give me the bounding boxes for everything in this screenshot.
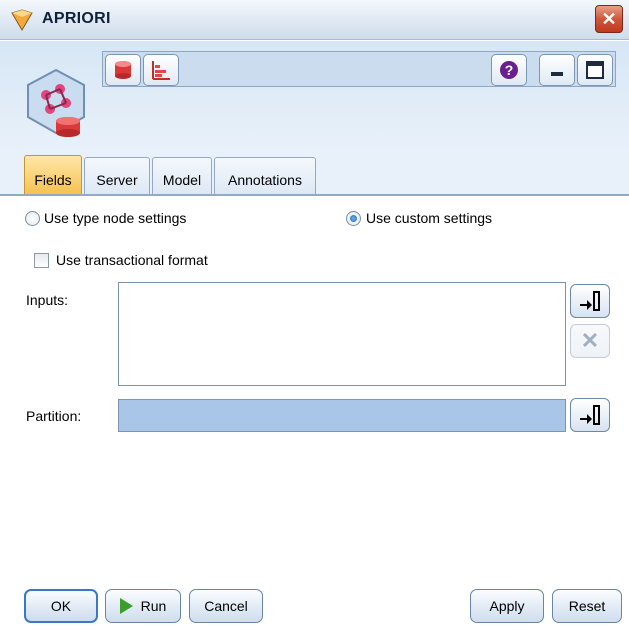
bar-chart-icon	[152, 61, 170, 80]
help-icon: ?	[500, 61, 518, 79]
run-label: Run	[140, 598, 167, 614]
inputs-label: Inputs:	[26, 292, 69, 308]
partition-field[interactable]	[118, 399, 566, 432]
custom-settings-label: Use custom settings	[366, 210, 493, 226]
tab-server[interactable]: Server	[84, 157, 150, 195]
fields-panel: Use type node settings Use custom settin…	[0, 196, 629, 630]
maximize-button[interactable]	[577, 54, 613, 86]
apriori-node-icon	[11, 9, 33, 31]
close-icon: ✕	[601, 8, 617, 29]
field-picker-icon	[580, 405, 600, 425]
title-bar: APRIORI ✕	[0, 0, 629, 40]
remove-icon: ✕	[580, 328, 600, 353]
close-button[interactable]: ✕	[595, 5, 623, 33]
remove-field-button[interactable]: ✕	[570, 324, 610, 358]
header-area: ?	[0, 41, 629, 151]
maximize-icon	[586, 61, 604, 79]
help-button[interactable]: ?	[491, 54, 527, 86]
run-button[interactable]: Run	[105, 589, 181, 623]
association-node-icon	[27, 68, 85, 137]
tab-strip: Fields Server Model Annotations	[0, 151, 629, 195]
minimize-button[interactable]	[539, 54, 575, 86]
preview-button[interactable]	[105, 54, 141, 86]
ok-button[interactable]: OK	[24, 589, 98, 623]
minimize-icon	[551, 72, 563, 76]
reset-button[interactable]: Reset	[552, 589, 622, 623]
svg-text:?: ?	[505, 62, 514, 78]
custom-settings-radio[interactable]	[346, 211, 361, 226]
transactional-format-checkbox[interactable]	[34, 253, 49, 268]
type-node-settings-label: Use type node settings	[44, 210, 187, 226]
apply-button[interactable]: Apply	[470, 589, 544, 623]
partition-label: Partition:	[26, 408, 82, 424]
tab-model[interactable]: Model	[152, 157, 212, 195]
node-toolbar: ?	[102, 51, 616, 87]
database-preview-icon	[115, 61, 131, 79]
type-node-settings-radio[interactable]	[25, 211, 40, 226]
run-icon	[119, 598, 133, 614]
transactional-format-label: Use transactional format	[56, 252, 208, 268]
window-title: APRIORI	[42, 10, 111, 27]
field-picker-icon	[580, 291, 600, 311]
partition-field-picker-button[interactable]	[570, 398, 610, 432]
cancel-button[interactable]: Cancel	[189, 589, 263, 623]
tab-fields[interactable]: Fields	[24, 155, 82, 195]
inputs-field-picker-button[interactable]	[570, 284, 610, 318]
inputs-field-list[interactable]	[118, 282, 566, 386]
tab-annotations[interactable]: Annotations	[214, 157, 316, 195]
chart-button[interactable]	[143, 54, 179, 86]
